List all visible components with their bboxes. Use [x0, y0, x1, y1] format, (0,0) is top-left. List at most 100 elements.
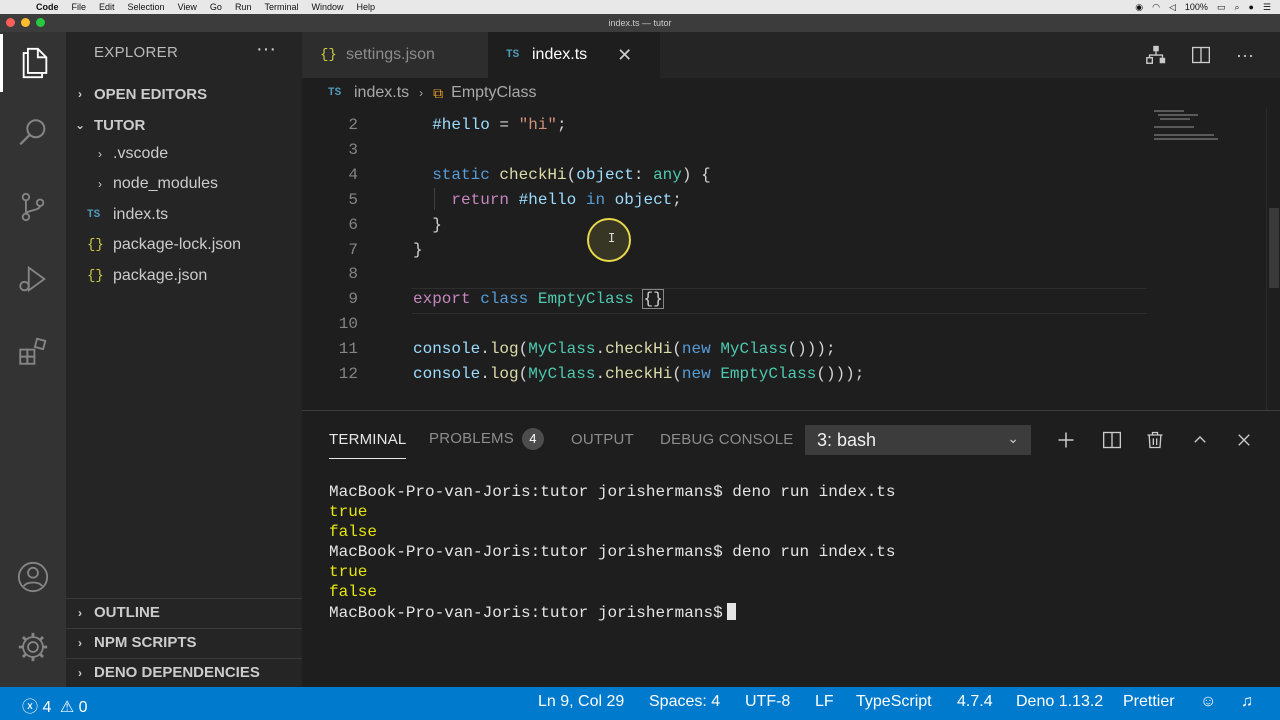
- prettier-status[interactable]: Prettier: [1123, 693, 1175, 711]
- battery-label[interactable]: 100%: [1185, 2, 1208, 12]
- siri-icon[interactable]: ●: [1248, 2, 1253, 12]
- notifications-icon[interactable]: ☰: [1263, 2, 1271, 13]
- close-panel-icon[interactable]: [1231, 427, 1257, 453]
- terminal-select[interactable]: 3: bash ⌄: [805, 425, 1031, 455]
- explorer-activity[interactable]: [0, 34, 66, 92]
- scrollbar-thumb[interactable]: [1269, 208, 1279, 288]
- bell-icon[interactable]: ♫: [1241, 693, 1253, 711]
- tree-item-label: package.json: [113, 267, 208, 284]
- zoom-window-icon[interactable]: [36, 18, 45, 27]
- window-title-bar: index.ts — tutor: [0, 14, 1280, 32]
- source-control-icon: [21, 192, 45, 222]
- tab-output[interactable]: OUTPUT: [571, 431, 634, 448]
- indentation-status[interactable]: Spaces: 4: [649, 693, 720, 711]
- deno-version[interactable]: Deno 1.13.2: [1016, 693, 1103, 711]
- warning-icon: ⚠: [59, 699, 75, 716]
- terminal-cursor: [726, 603, 736, 620]
- tree-item-label: .vscode: [113, 145, 169, 162]
- close-window-icon[interactable]: [6, 18, 15, 27]
- battery-icon[interactable]: ▭: [1217, 2, 1226, 13]
- breadcrumb-symbol[interactable]: EmptyClass: [451, 84, 536, 102]
- line-number: 4: [348, 166, 358, 184]
- gear-icon: [18, 632, 48, 662]
- line-number: 7: [348, 241, 358, 259]
- terminal-prompt[interactable]: MacBook-Pro-van-Joris:tutor jorishermans…: [329, 603, 736, 622]
- menu-code[interactable]: Code: [36, 2, 59, 12]
- deno-dependencies-section[interactable]: › DENO DEPENDENCIES: [66, 658, 302, 686]
- minimap[interactable]: [1150, 108, 1260, 148]
- code-line: }: [413, 216, 442, 234]
- menu-view[interactable]: View: [178, 2, 197, 12]
- split-terminal-icon[interactable]: [1099, 427, 1125, 453]
- tab-settings-json[interactable]: {} settings.json: [302, 32, 488, 78]
- maximize-panel-icon[interactable]: [1187, 427, 1213, 453]
- chevron-down-icon: ⌄: [74, 118, 86, 132]
- outline-section[interactable]: › OUTLINE: [66, 598, 302, 626]
- tree-item-index-ts[interactable]: TS index.ts: [66, 201, 302, 229]
- window-title: index.ts — tutor: [608, 18, 672, 28]
- editor-scrollbar[interactable]: [1266, 108, 1280, 410]
- menu-go[interactable]: Go: [210, 2, 222, 12]
- breadcrumb-file[interactable]: index.ts: [354, 84, 409, 102]
- error-count: 4: [42, 699, 52, 716]
- tree-item-vscode[interactable]: › .vscode: [66, 140, 302, 168]
- tab-problems[interactable]: PROBLEMS 4: [429, 428, 544, 450]
- encoding-status[interactable]: UTF-8: [745, 693, 790, 711]
- run-debug-icon: [19, 265, 46, 293]
- open-changes-icon[interactable]: [1143, 42, 1169, 68]
- extensions-activity[interactable]: [0, 322, 66, 380]
- open-editors-section[interactable]: › OPEN EDITORS: [66, 80, 302, 108]
- more-actions-icon[interactable]: ···: [256, 38, 276, 61]
- tab-debug-console[interactable]: DEBUG CONSOLE: [660, 431, 793, 448]
- line-number: 11: [338, 340, 358, 358]
- line-number: 9: [348, 290, 358, 308]
- tree-item-node-modules[interactable]: › node_modules: [66, 170, 302, 198]
- code-line: }: [413, 241, 423, 259]
- code-editor[interactable]: 2 3 4 5 6 7 8 9 10 11 12 #hello = "hi"; …: [302, 108, 1280, 410]
- more-actions-icon[interactable]: ···: [1232, 42, 1258, 68]
- menu-extras: ◉ ◠ ◁ 100% ▭ ⌕ ● ☰: [1135, 0, 1280, 14]
- new-terminal-icon[interactable]: [1053, 427, 1079, 453]
- chevron-right-icon: ›: [78, 665, 82, 680]
- menu-selection[interactable]: Selection: [128, 2, 165, 12]
- spotlight-icon[interactable]: ⌕: [1234, 2, 1239, 13]
- minimize-window-icon[interactable]: [21, 18, 30, 27]
- manage-activity[interactable]: [0, 618, 66, 676]
- tree-item-package-json[interactable]: {} package.json: [66, 262, 302, 290]
- tab-index-ts[interactable]: TS index.ts ✕: [488, 32, 660, 78]
- accounts-activity[interactable]: [0, 548, 66, 606]
- chevron-right-icon: ›: [78, 635, 82, 650]
- search-activity[interactable]: [0, 104, 66, 162]
- tree-item-package-lock[interactable]: {} package-lock.json: [66, 231, 302, 259]
- trash-icon[interactable]: [1142, 427, 1168, 453]
- record-icon[interactable]: ◉: [1135, 2, 1143, 13]
- menu-file[interactable]: File: [72, 2, 87, 12]
- tab-terminal[interactable]: TERMINAL: [329, 431, 407, 459]
- menu-run[interactable]: Run: [235, 2, 252, 12]
- menu-window[interactable]: Window: [311, 2, 343, 12]
- tree-item-label: node_modules: [113, 175, 218, 192]
- npm-scripts-section[interactable]: › NPM SCRIPTS: [66, 628, 302, 656]
- tree-item-label: index.ts: [113, 206, 169, 223]
- menu-help[interactable]: Help: [356, 2, 375, 12]
- run-debug-activity[interactable]: [0, 250, 66, 308]
- wifi-icon[interactable]: ◠: [1152, 2, 1160, 13]
- problems-status[interactable]: ⓧ 4 ⚠ 0: [22, 693, 88, 717]
- feedback-icon[interactable]: ☺: [1200, 693, 1216, 711]
- language-mode[interactable]: TypeScript: [856, 693, 932, 711]
- eol-status[interactable]: LF: [815, 693, 834, 711]
- menu-terminal[interactable]: Terminal: [264, 2, 298, 12]
- split-editor-icon[interactable]: [1188, 42, 1214, 68]
- menu-edit[interactable]: Edit: [99, 2, 115, 12]
- line-number: 3: [348, 141, 358, 159]
- code-line: return #hello in object;: [451, 191, 682, 209]
- source-control-activity[interactable]: [0, 178, 66, 236]
- code-line: #hello = "hi";: [432, 116, 567, 134]
- typescript-version[interactable]: 4.7.4: [957, 693, 993, 711]
- tutor-folder-section[interactable]: ⌄ TUTOR: [66, 111, 302, 139]
- cursor-position[interactable]: Ln 9, Col 29: [538, 693, 624, 711]
- sidebar-title: EXPLORER: [94, 44, 179, 61]
- volume-icon[interactable]: ◁: [1169, 2, 1176, 13]
- json-file-icon: {}: [87, 237, 104, 253]
- close-icon[interactable]: ✕: [617, 45, 632, 66]
